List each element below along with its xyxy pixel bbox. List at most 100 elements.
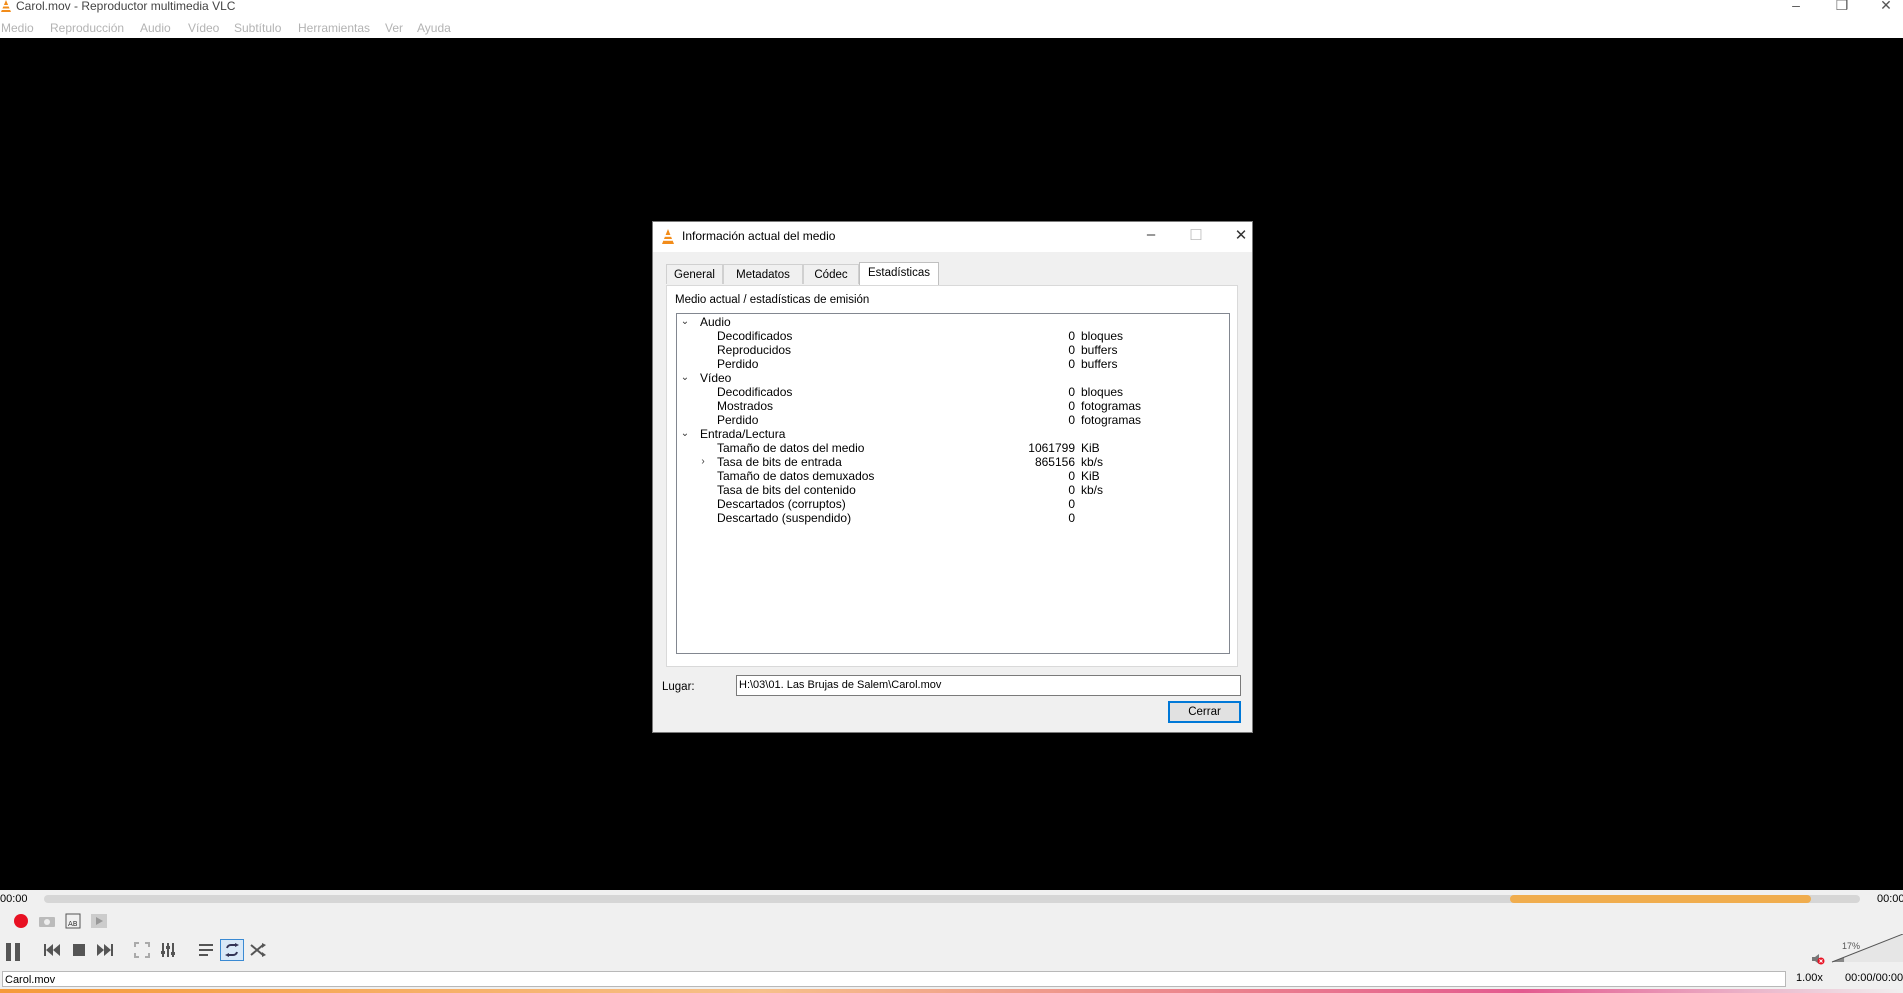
statistics-panel: Medio actual / estadísticas de emisión ⌄…: [666, 285, 1238, 667]
chevron-down-icon[interactable]: ⌄: [679, 428, 691, 439]
menu-ayuda[interactable]: Ayuda: [417, 21, 451, 35]
stat-unit: KiB: [1081, 469, 1100, 483]
frame-step-button[interactable]: [87, 910, 111, 932]
status-bar: Carol.mov 1.00x 00:00/00:00: [0, 971, 1903, 989]
stat-label: Descartados (corruptos): [717, 497, 846, 511]
location-field[interactable]: H:\03\01. Las Brujas de Salem\Carol.mov: [736, 675, 1241, 696]
stat-value: 0: [1068, 469, 1075, 483]
shuffle-button[interactable]: [246, 939, 270, 961]
group-label: Entrada/Lectura: [700, 427, 786, 441]
stop-button[interactable]: [67, 939, 91, 961]
menu-bar: Medio Reproducción Audio Vídeo Subtítulo…: [0, 21, 1903, 38]
tab-codec[interactable]: Códec: [803, 264, 859, 284]
pause-button[interactable]: [0, 939, 26, 965]
loop-button[interactable]: [220, 939, 244, 961]
extended-settings-button[interactable]: [156, 939, 180, 961]
dialog-close-icon-button[interactable]: ✕: [1226, 226, 1256, 244]
stat-value: 0: [1068, 329, 1075, 343]
tab-metadatos[interactable]: Metadatos: [723, 264, 803, 284]
stat-unit: buffers: [1081, 343, 1118, 357]
stat-value: 0: [1068, 483, 1075, 497]
media-info-dialog: Información actual del medio – ☐ ✕ Gener…: [652, 221, 1253, 733]
location-label: Lugar:: [662, 681, 695, 693]
stat-unit: fotogramas: [1081, 413, 1142, 427]
stat-label: Tamaño de datos demuxados: [717, 469, 875, 483]
taskbar-strip: [0, 989, 1903, 993]
menu-herramientas[interactable]: Herramientas: [298, 21, 370, 35]
shuffle-icon: [250, 943, 266, 957]
stat-value: 0: [1068, 385, 1075, 399]
buffer-progress: [1510, 895, 1811, 903]
playback-speed[interactable]: 1.00x: [1796, 972, 1823, 984]
stat-label: Mostrados: [717, 399, 774, 413]
next-icon: [97, 944, 113, 956]
volume-percentage: 17%: [1842, 941, 1861, 951]
stat-unit: fotogramas: [1081, 399, 1142, 413]
dialog-titlebar: Información actual del medio – ☐ ✕: [653, 222, 1252, 252]
previous-button[interactable]: [40, 939, 64, 961]
playlist-button[interactable]: [194, 939, 218, 961]
menu-subtitulo[interactable]: Subtítulo: [234, 21, 281, 35]
group-label: Audio: [700, 315, 731, 329]
menu-video[interactable]: Vídeo: [188, 21, 219, 35]
stat-label: Perdido: [717, 413, 759, 427]
snapshot-button[interactable]: [35, 910, 59, 932]
stop-icon: [73, 944, 85, 956]
stat-value: 0: [1068, 511, 1075, 525]
dialog-maximize-button[interactable]: ☐: [1181, 226, 1211, 244]
dialog-minimize-button[interactable]: –: [1136, 226, 1166, 243]
time-total[interactable]: 00:00/00:00: [1845, 972, 1903, 984]
stat-value: 1061799: [1028, 441, 1075, 455]
next-button[interactable]: [93, 939, 117, 961]
window-title: Carol.mov - Reproductor multimedia VLC: [16, 0, 236, 13]
seek-slider[interactable]: [44, 895, 1860, 903]
remaining-time[interactable]: 00:00: [1877, 893, 1903, 905]
close-window-button[interactable]: ✕: [1866, 0, 1903, 14]
tree-row[interactable]: Descartado (suspendido) 0: [677, 511, 1229, 528]
restore-button[interactable]: ❐: [1822, 0, 1862, 14]
fullscreen-button[interactable]: [130, 939, 154, 961]
menu-medio[interactable]: Medio: [1, 21, 34, 35]
section-label: Medio actual / estadísticas de emisión: [675, 294, 870, 306]
ab-loop-button[interactable]: AB: [61, 910, 85, 932]
ab-loop-icon: AB: [65, 913, 81, 929]
equalizer-icon: [161, 943, 175, 957]
stat-unit: KiB: [1081, 441, 1100, 455]
frame-step-icon: [91, 914, 107, 928]
vlc-cone-icon: [662, 229, 674, 244]
stat-unit: bloques: [1081, 385, 1124, 399]
stat-unit: buffers: [1081, 357, 1118, 371]
stat-label: Decodificados: [717, 385, 793, 399]
stat-value: 0: [1068, 357, 1075, 371]
menu-reproduccion[interactable]: Reproducción: [50, 21, 124, 35]
stat-label: Reproducidos: [717, 343, 792, 357]
stat-label: Tasa de bits de entrada: [717, 455, 842, 469]
stat-value: 0: [1068, 497, 1075, 511]
loop-icon: [225, 943, 239, 957]
tab-estadisticas[interactable]: Estadísticas: [859, 262, 939, 286]
chevron-right-icon[interactable]: ›: [697, 456, 709, 467]
vlc-cone-icon: [1, 0, 11, 12]
camera-icon: [39, 917, 55, 927]
record-button[interactable]: [9, 910, 33, 932]
stat-label: Perdido: [717, 357, 759, 371]
group-label: Vídeo: [700, 371, 732, 385]
chevron-down-icon[interactable]: ⌄: [679, 372, 691, 383]
stat-label: Tasa de bits del contenido: [717, 483, 856, 497]
record-icon: [14, 914, 28, 928]
statistics-tree[interactable]: ⌄ Audio Decodificados 0 bloques Reproduc…: [676, 313, 1230, 654]
stat-label: Tamaño de datos del medio: [717, 441, 865, 455]
stat-label: Descartado (suspendido): [717, 511, 852, 525]
menu-ver[interactable]: Ver: [385, 21, 403, 35]
svg-text:AB: AB: [68, 920, 78, 928]
elapsed-time: 00:00: [0, 893, 28, 905]
minimize-button[interactable]: –: [1776, 0, 1816, 13]
menu-audio[interactable]: Audio: [140, 21, 171, 35]
close-button[interactable]: Cerrar: [1168, 701, 1241, 723]
tab-general[interactable]: General: [666, 264, 723, 284]
stat-value: 0: [1068, 413, 1075, 427]
stat-value: 0: [1068, 399, 1075, 413]
previous-icon: [44, 944, 60, 956]
chevron-down-icon[interactable]: ⌄: [679, 316, 691, 327]
stat-value: 0: [1068, 343, 1075, 357]
